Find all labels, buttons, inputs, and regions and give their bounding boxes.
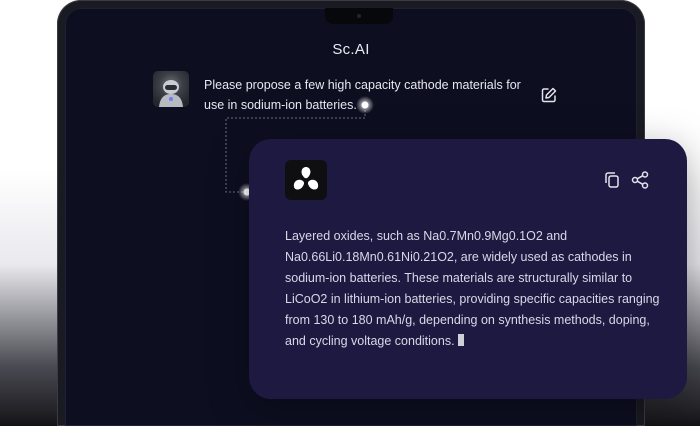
assistant-response: Layered oxides, such as Na0.7Mn0.9Mg0.1O… bbox=[285, 226, 665, 352]
assistant-logo bbox=[285, 160, 327, 200]
app-title: Sc.AI bbox=[332, 41, 370, 58]
three-blob-logo-icon bbox=[293, 167, 319, 190]
share-icon[interactable] bbox=[630, 170, 650, 190]
camera-dot bbox=[357, 14, 361, 18]
assistant-response-card: Layered oxides, such as Na0.7Mn0.9Mg0.1O… bbox=[249, 139, 687, 399]
robot-avatar-icon bbox=[159, 80, 183, 107]
typing-cursor bbox=[457, 334, 464, 346]
edit-icon[interactable] bbox=[540, 86, 558, 104]
copy-icon[interactable] bbox=[602, 170, 622, 190]
camera-notch bbox=[325, 8, 393, 24]
response-text: Layered oxides, such as Na0.7Mn0.9Mg0.1O… bbox=[285, 229, 660, 348]
user-avatar bbox=[153, 71, 189, 107]
user-prompt: Please propose a few high capacity catho… bbox=[204, 78, 521, 112]
